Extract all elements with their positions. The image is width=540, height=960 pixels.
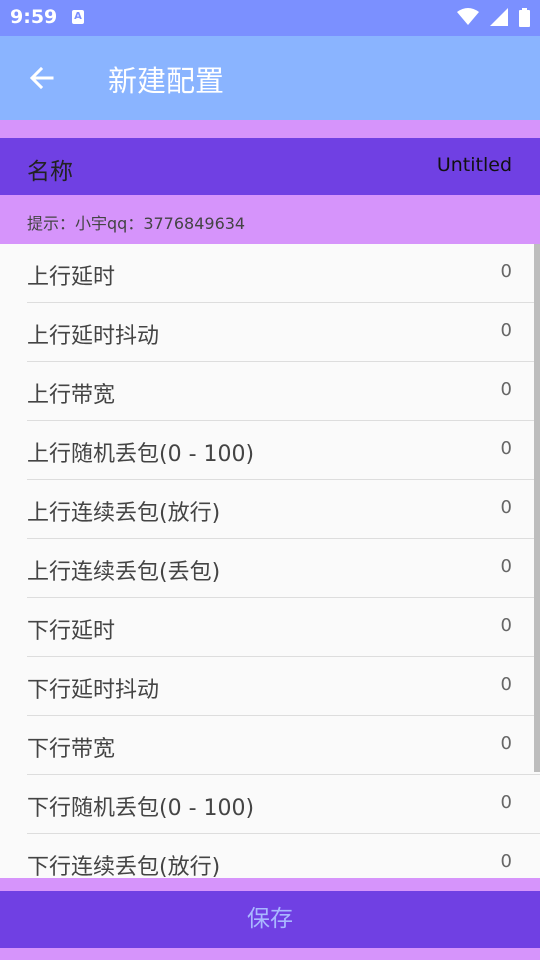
hint-row: 提示：小宇qq：3776849634 xyxy=(0,195,540,244)
status-icons xyxy=(451,8,530,28)
item-value: 0 xyxy=(500,674,512,695)
signal-icon xyxy=(489,8,508,26)
item-value: 0 xyxy=(500,261,512,282)
status-time: 9:59 xyxy=(10,6,58,28)
item-label: 上行连续丢包(丢包) xyxy=(27,560,221,585)
list-item-downlink-delay[interactable]: 下行延时 0 xyxy=(27,598,540,657)
bottom-band xyxy=(0,948,540,960)
item-value: 0 xyxy=(500,615,512,636)
item-value: 0 xyxy=(500,851,512,872)
header-band xyxy=(0,120,540,138)
list-item-uplink-random-loss[interactable]: 上行随机丢包(0 - 100) 0 xyxy=(27,421,540,480)
settings-list[interactable]: 上行延时 0 上行延时抖动 0 上行带宽 0 上行随机丢包(0 - 100) 0… xyxy=(0,244,540,878)
list-item-uplink-burst-drop[interactable]: 上行连续丢包(丢包) 0 xyxy=(27,539,540,598)
hint-text: 提示：小宇qq：3776849634 xyxy=(27,214,246,233)
item-label: 下行延时抖动 xyxy=(27,678,160,703)
item-value: 0 xyxy=(500,733,512,754)
arrow-left-icon[interactable] xyxy=(28,64,56,92)
item-value: 0 xyxy=(500,497,512,518)
list-item-downlink-bandwidth[interactable]: 下行带宽 0 xyxy=(27,716,540,775)
list-item-uplink-jitter[interactable]: 上行延时抖动 0 xyxy=(27,303,540,362)
status-bar: 9:59 A xyxy=(0,0,540,36)
item-label: 上行带宽 xyxy=(27,383,116,408)
list-item-uplink-bandwidth[interactable]: 上行带宽 0 xyxy=(27,362,540,421)
item-value: 0 xyxy=(500,556,512,577)
list-item-uplink-burst-pass[interactable]: 上行连续丢包(放行) 0 xyxy=(27,480,540,539)
battery-icon xyxy=(519,8,530,27)
item-label: 下行随机丢包(0 - 100) xyxy=(27,796,255,821)
item-value: 0 xyxy=(500,438,512,459)
notification-app-icon: A xyxy=(72,10,84,24)
item-value: 0 xyxy=(500,379,512,400)
item-label: 下行连续丢包(放行) xyxy=(27,855,221,878)
page-title: 新建配置 xyxy=(108,64,225,98)
item-value: 0 xyxy=(500,792,512,813)
list-item-uplink-delay[interactable]: 上行延时 0 xyxy=(27,244,540,303)
item-label: 上行随机丢包(0 - 100) xyxy=(27,442,255,467)
item-label: 下行带宽 xyxy=(27,737,116,762)
item-label: 上行延时抖动 xyxy=(27,324,160,349)
wifi-icon xyxy=(456,8,479,25)
list-item-downlink-jitter[interactable]: 下行延时抖动 0 xyxy=(27,657,540,716)
scrollbar[interactable] xyxy=(534,244,540,772)
name-label: 名称 xyxy=(27,159,73,185)
name-row[interactable]: 名称 Untitled xyxy=(0,138,540,195)
list-item-downlink-burst-pass[interactable]: 下行连续丢包(放行) 0 xyxy=(27,834,540,878)
item-label: 上行连续丢包(放行) xyxy=(27,501,221,526)
list-item-downlink-random-loss[interactable]: 下行随机丢包(0 - 100) 0 xyxy=(27,775,540,834)
save-button[interactable]: 保存 xyxy=(0,891,540,948)
footer-band xyxy=(0,878,540,891)
item-label: 上行延时 xyxy=(27,265,116,290)
app-bar: 新建配置 xyxy=(0,36,540,120)
item-value: 0 xyxy=(500,320,512,341)
name-value[interactable]: Untitled xyxy=(437,154,512,176)
item-label: 下行延时 xyxy=(27,619,116,644)
